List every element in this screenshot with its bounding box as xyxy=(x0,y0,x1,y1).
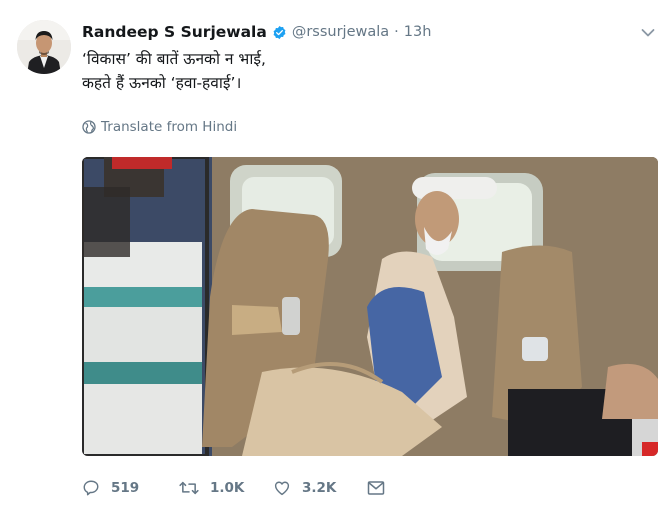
tweet-card: Randeep S Surjewala @rssurjewala · 13h ‘… xyxy=(0,0,670,521)
author-name[interactable]: Randeep S Surjewala xyxy=(82,23,267,41)
meta-separator: · xyxy=(394,24,399,40)
retweet-icon xyxy=(179,481,199,495)
like-count: 3.2K xyxy=(302,480,337,496)
tweet-text-line-1: ‘विकास’ की बातें ऊनको न भाई, xyxy=(82,50,266,68)
tweet-media-image[interactable] xyxy=(82,157,658,456)
translate-label: Translate from Hindi xyxy=(101,119,238,135)
handle[interactable]: @rssurjewala xyxy=(292,24,389,40)
avatar[interactable] xyxy=(17,20,71,74)
chevron-down-icon[interactable] xyxy=(641,24,655,37)
tweet-text-line-2: कहते हैं ऊनको ‘हवा-हवाई’। xyxy=(82,74,242,92)
retweet-count: 1.0K xyxy=(210,480,245,496)
tweet-text: ‘विकास’ की बातें ऊनको न भाई, कहते हैं ऊन… xyxy=(82,47,266,95)
tweet-header: Randeep S Surjewala @rssurjewala · 13h xyxy=(82,20,431,44)
like-button[interactable]: 3.2K xyxy=(273,479,367,497)
direct-message-button[interactable] xyxy=(367,480,396,496)
reply-count: 519 xyxy=(111,480,140,496)
tweet-actions: 519 1.0K 3.2K xyxy=(82,479,396,497)
envelope-icon xyxy=(367,481,385,495)
reply-button[interactable]: 519 xyxy=(82,479,179,497)
reply-icon xyxy=(83,480,99,496)
translate-link[interactable]: Translate from Hindi xyxy=(82,119,237,135)
timestamp[interactable]: 13h xyxy=(404,24,432,40)
verified-badge-icon xyxy=(272,25,287,40)
retweet-button[interactable]: 1.0K xyxy=(179,479,273,497)
heart-icon xyxy=(274,481,290,496)
globe-icon xyxy=(82,120,96,134)
